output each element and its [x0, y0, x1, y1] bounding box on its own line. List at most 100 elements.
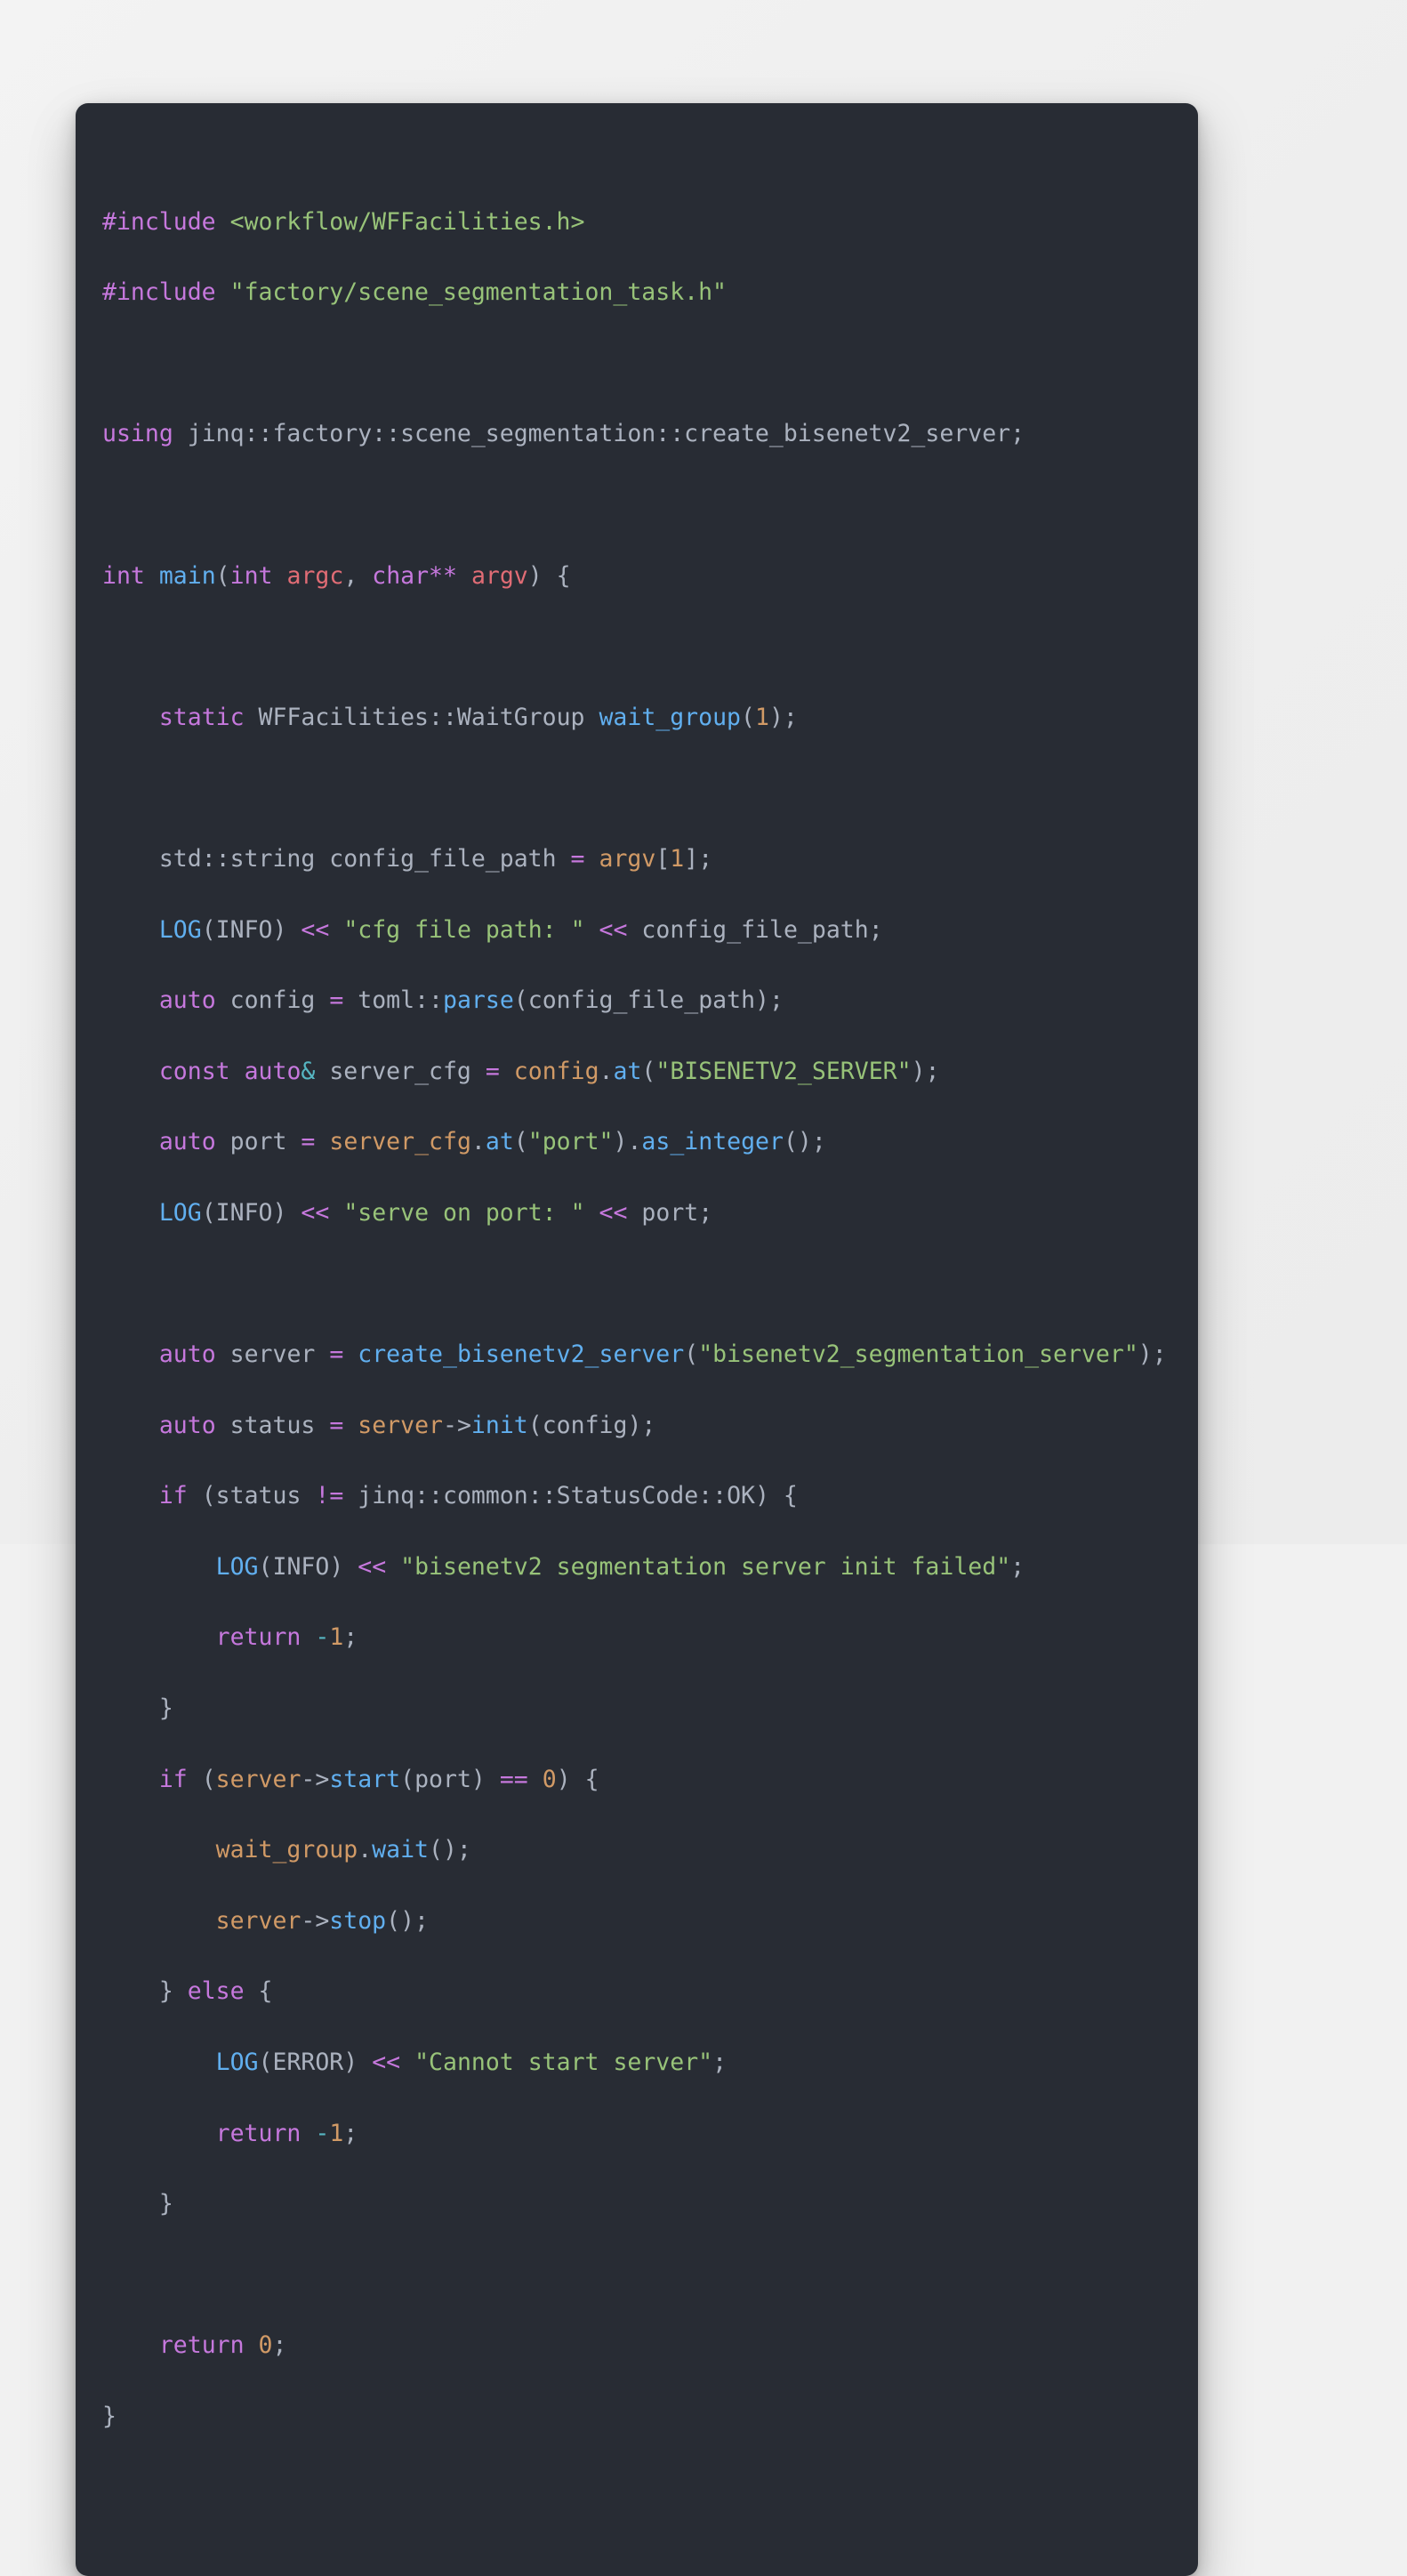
- token-type-char: char**: [372, 561, 457, 590]
- code-line: #include <workflow/WFFacilities.h>: [102, 205, 1171, 240]
- token-include-path: <workflow/WFFacilities.h>: [229, 207, 585, 236]
- token-method-at: at: [613, 1057, 642, 1085]
- token-namespace-toml: toml::: [358, 986, 443, 1015]
- code-line: using jinq::factory::scene_segmentation:…: [102, 416, 1171, 452]
- token-function-main: main: [158, 561, 216, 590]
- code-line: auto server = create_bisenetv2_server("b…: [158, 1340, 1167, 1369]
- token-operator-assign: =: [301, 1128, 316, 1156]
- token-preprocessor: #include: [102, 278, 216, 307]
- code-line: auto status = server->init(config);: [158, 1411, 656, 1439]
- code-line: LOG(INFO) << "bisenetv2 segmentation ser…: [215, 1552, 1025, 1581]
- token-operator-minus: -: [315, 2119, 330, 2147]
- token-function-parse: parse: [443, 986, 514, 1015]
- token-var-status: status: [229, 1411, 316, 1439]
- token-operator-stream: <<: [301, 915, 330, 944]
- token-var-argv: argv: [599, 844, 656, 873]
- token-operator-stream: <<: [301, 1198, 330, 1227]
- token-var-server: server: [215, 1906, 302, 1935]
- token-number-1: 1: [329, 1623, 344, 1652]
- token-string-serve-on-port: "serve on port: ": [343, 1198, 585, 1227]
- token-number-0: 0: [258, 2331, 273, 2360]
- token-number-1: 1: [670, 844, 685, 873]
- token-var-port: port: [229, 1128, 287, 1156]
- token-param-argc: argc: [286, 561, 344, 590]
- token-var-config-file-path: config_file_path: [527, 986, 756, 1015]
- token-operator-ref: &: [301, 1057, 316, 1085]
- code-line: LOG(ERROR) << "Cannot start server";: [215, 2049, 728, 2077]
- token-log-level: INFO: [215, 915, 273, 944]
- code-line: int main(int argc, char** argv) {: [102, 561, 571, 590]
- token-keyword-else: else: [187, 1977, 245, 2006]
- token-var-status: status: [215, 1482, 302, 1510]
- token-function-log: LOG: [215, 2049, 259, 2077]
- token-string-cfg-file-path: "cfg file path: ": [343, 915, 585, 944]
- token-function-log: LOG: [158, 915, 202, 944]
- token-qualified-name: jinq::factory::scene_segmentation::creat…: [187, 420, 1025, 448]
- token-number-1: 1: [754, 703, 769, 731]
- code-line: std::string config_file_path = argv[1];: [158, 844, 713, 873]
- code-line: } else {: [102, 1977, 273, 2006]
- token-function-log: LOG: [215, 1552, 259, 1581]
- token-param-argv: argv: [470, 561, 528, 590]
- token-preprocessor: #include: [102, 207, 216, 236]
- token-method-as-integer: as_integer: [641, 1128, 784, 1156]
- token-operator-minus: -: [315, 1623, 330, 1652]
- token-operator-assign: =: [329, 986, 344, 1015]
- token-keyword-return: return: [215, 2119, 302, 2147]
- token-operator-eq: ==: [499, 1765, 528, 1793]
- token-type-std-string: std::string: [158, 844, 316, 873]
- token-method-start: start: [329, 1765, 401, 1793]
- code-line: if (status != jinq::common::StatusCode::…: [158, 1482, 798, 1510]
- token-operator-ne: !=: [315, 1482, 344, 1510]
- token-var-server-cfg: server_cfg: [329, 1128, 471, 1156]
- code-line: auto port = server_cfg.at("port").as_int…: [158, 1128, 826, 1156]
- token-method-wait: wait: [372, 1836, 429, 1864]
- code-line: return -1;: [215, 2119, 358, 2147]
- token-var-server-cfg: server_cfg: [329, 1057, 471, 1085]
- token-method-stop: stop: [329, 1906, 387, 1935]
- token-include-path: "factory/scene_segmentation_task.h": [229, 278, 728, 307]
- token-keyword-auto: auto: [158, 1411, 216, 1439]
- token-type-waitgroup: WFFacilities::WaitGroup: [258, 703, 585, 731]
- token-function-create-bisenetv2-server: create_bisenetv2_server: [358, 1340, 685, 1369]
- token-keyword-if: if: [158, 1765, 188, 1793]
- token-var-server: server: [229, 1340, 316, 1369]
- token-var-config: config: [513, 1057, 599, 1085]
- token-number-1: 1: [329, 2119, 344, 2147]
- token-log-level: INFO: [215, 1198, 273, 1227]
- token-enum-statuscode-ok: jinq::common::StatusCode::OK: [358, 1482, 755, 1510]
- token-operator-stream: <<: [599, 915, 628, 944]
- token-keyword-const: const: [158, 1057, 230, 1085]
- token-type-int: int: [229, 561, 273, 590]
- code-line: #include "factory/scene_segmentation_tas…: [102, 275, 1171, 310]
- code-line: LOG(INFO) << "serve on port: " << port;: [158, 1198, 713, 1227]
- token-var-config-file-path: config_file_path: [641, 915, 869, 944]
- token-var-config: config: [229, 986, 316, 1015]
- token-keyword-auto: auto: [158, 986, 216, 1015]
- token-operator-stream: <<: [372, 2049, 401, 2077]
- token-var-server: server: [358, 1411, 443, 1439]
- token-keyword-if: if: [158, 1482, 188, 1510]
- token-var-wait-group: wait_group: [599, 703, 741, 731]
- code-line: static WFFacilities::WaitGroup wait_grou…: [158, 703, 798, 731]
- token-keyword-return: return: [158, 2331, 245, 2360]
- token-number-0: 0: [542, 1765, 557, 1793]
- token-var-wait-group: wait_group: [215, 1836, 358, 1864]
- code-line: server->stop();: [215, 1906, 429, 1935]
- code-line: return -1;: [215, 1623, 358, 1652]
- token-log-level: INFO: [272, 1552, 330, 1581]
- token-keyword-using: using: [102, 420, 173, 448]
- code-line: const auto& server_cfg = config.at("BISE…: [158, 1057, 940, 1085]
- code-line: auto config = toml::parse(config_file_pa…: [158, 986, 784, 1015]
- token-keyword-static: static: [158, 703, 245, 731]
- code-line: if (server->start(port) == 0) {: [158, 1765, 599, 1793]
- token-string-port: "port": [527, 1128, 614, 1156]
